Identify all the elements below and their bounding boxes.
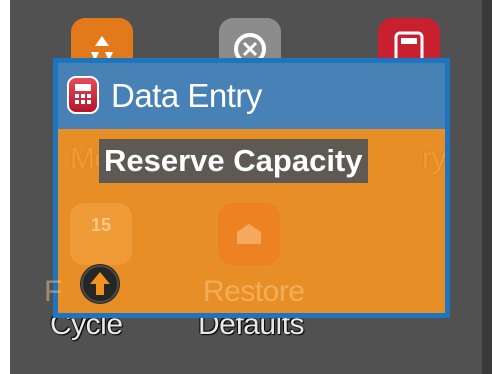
- calendar-tile-faded: 15: [70, 203, 132, 265]
- faded-label-fragment: F: [44, 275, 62, 308]
- data-entry-dialog: Data Entry Reserve Capacity 15 F Restore: [44, 58, 450, 318]
- up-arrow-button[interactable]: [80, 264, 120, 304]
- dialog-title: Data Entry: [111, 77, 262, 114]
- faded-label-restore: Restore: [203, 275, 305, 308]
- calendar-icon: 15: [90, 215, 112, 235]
- screen-bezel: [482, 0, 492, 374]
- restore-tile-faded: [218, 203, 280, 265]
- dialog-header: Data Entry: [58, 63, 445, 129]
- calculator-glyph: [75, 84, 91, 104]
- box-icon: [237, 224, 261, 244]
- selected-value-field[interactable]: Reserve Capacity: [99, 139, 368, 183]
- calculator-icon: [67, 76, 99, 114]
- up-arrow-icon: [81, 265, 119, 303]
